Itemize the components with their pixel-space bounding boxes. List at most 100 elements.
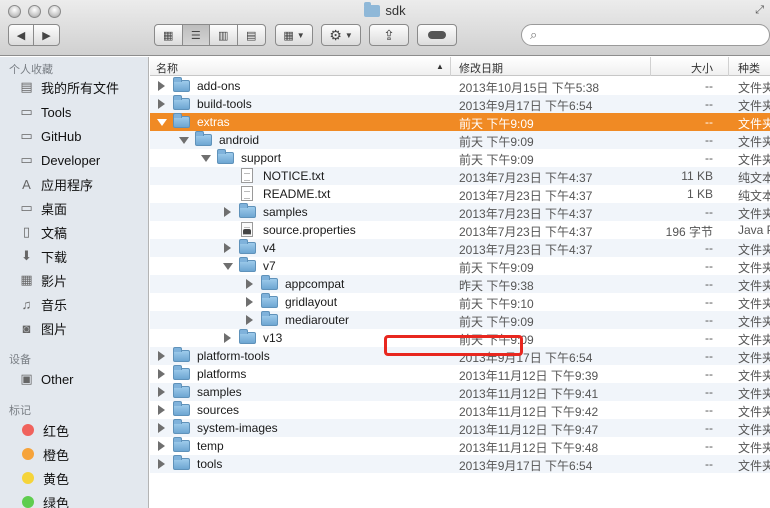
pictures-icon: ◙ — [22, 320, 31, 336]
file-row[interactable]: v4 2013年7月23日 下午4:37 -- 文件夹 — [150, 239, 770, 257]
tags-button[interactable] — [417, 24, 457, 46]
file-row[interactable]: build-tools 2013年9月17日 下午6:54 -- 文件夹 — [150, 95, 770, 113]
disclosure-collapsed-icon[interactable] — [158, 81, 165, 91]
file-row[interactable]: temp 2013年11月12日 下午9:48 -- 文件夹 — [150, 437, 770, 455]
file-row[interactable]: v7 前天 下午9:09 -- 文件夹 — [150, 257, 770, 275]
list-view-button[interactable]: ☰ — [182, 25, 210, 45]
disclosure-collapsed-icon[interactable] — [246, 279, 253, 289]
sidebar-item-tag-green[interactable]: 绿色 — [18, 492, 69, 508]
file-date: 2013年7月23日 下午4:37 — [459, 189, 593, 203]
sidebar-item-tag-yellow[interactable]: 黄色 — [18, 468, 69, 488]
disclosure-collapsed-icon[interactable] — [246, 297, 253, 307]
disclosure-expanded-icon[interactable] — [223, 263, 233, 270]
file-row[interactable]: add-ons 2013年10月15日 下午5:38 -- 文件夹 — [150, 77, 770, 95]
file-row[interactable]: mediarouter 前天 下午9:09 -- 文件夹 — [150, 311, 770, 329]
fullscreen-icon[interactable]: ⤢ — [755, 4, 764, 17]
file-row[interactable]: platform-tools 2013年9月17日 下午6:54 -- 文件夹 — [150, 347, 770, 365]
disclosure-collapsed-icon[interactable] — [158, 387, 165, 397]
file-row[interactable]: android 前天 下午9:09 -- 文件夹 — [150, 131, 770, 149]
search-field[interactable]: ⌕ — [521, 24, 770, 46]
sidebar-item-downloads[interactable]: ⬇ 下载 — [18, 246, 67, 266]
back-forward-control: ◀ ▶ — [8, 24, 60, 46]
sidebar-item-tag-red[interactable]: 红色 — [18, 420, 69, 440]
file-row[interactable]: NOTICE.txt 2013年7月23日 下午4:37 11 KB 纯文本 — [150, 167, 770, 185]
sidebar-item-label: 图片 — [41, 321, 68, 337]
sidebar-item-all-files[interactable]: ▤ 我的所有文件 — [18, 77, 119, 97]
coverflow-view-button[interactable]: ▤ — [238, 25, 265, 45]
disclosure-collapsed-icon[interactable] — [158, 369, 165, 379]
size-column-header[interactable]: 大小 — [691, 60, 713, 76]
disclosure-collapsed-icon[interactable] — [158, 405, 165, 415]
file-size: -- — [705, 241, 713, 255]
sidebar-item-label: 黄色 — [43, 471, 70, 487]
file-row[interactable]: appcompat 昨天 下午9:38 -- 文件夹 — [150, 275, 770, 293]
file-row[interactable]: tools 2013年9月17日 下午6:54 -- 文件夹 — [150, 455, 770, 473]
file-row[interactable]: samples 2013年11月12日 下午9:41 -- 文件夹 — [150, 383, 770, 401]
file-row[interactable]: system-images 2013年11月12日 下午9:47 -- 文件夹 — [150, 419, 770, 437]
file-kind: 文件夹 — [738, 243, 770, 257]
folder-icon: ▭ — [20, 152, 33, 167]
sidebar-item-github[interactable]: ▭ GitHub — [18, 126, 81, 146]
sidebar: 个人收藏 ▤ 我的所有文件 ▭ Tools ▭ GitHub ▭ Develop… — [0, 57, 149, 508]
file-size: -- — [705, 313, 713, 327]
music-icon: ♫ — [21, 296, 32, 312]
disclosure-collapsed-icon[interactable] — [158, 99, 165, 109]
icon-view-button[interactable]: ▦ — [155, 25, 183, 45]
tags-heading: 标记 — [9, 405, 31, 417]
file-row[interactable]: extras 前天 下午9:09 -- 文件夹 — [150, 113, 770, 131]
back-button[interactable]: ◀ — [9, 25, 34, 45]
sidebar-item-developer[interactable]: ▭ Developer — [18, 150, 100, 170]
kind-column-header[interactable]: 种类 — [738, 60, 760, 76]
tag-icon — [428, 31, 446, 39]
date-column-header[interactable]: 修改日期 — [459, 60, 503, 76]
file-row[interactable]: platforms 2013年11月12日 下午9:39 -- 文件夹 — [150, 365, 770, 383]
file-kind: 文件夹 — [738, 459, 770, 473]
disclosure-collapsed-icon[interactable] — [224, 207, 231, 217]
disclosure-expanded-icon[interactable] — [179, 137, 189, 144]
sidebar-item-label: 红色 — [43, 423, 70, 439]
arrange-button[interactable]: ▦ ▼ — [275, 24, 313, 46]
window-title: sdk — [0, 1, 770, 18]
sidebar-item-movies[interactable]: ▦ 影片 — [18, 270, 67, 290]
orange-tag-dot — [22, 448, 34, 460]
folder-icon — [239, 329, 256, 344]
file-row[interactable]: samples 2013年7月23日 下午4:37 -- 文件夹 — [150, 203, 770, 221]
sidebar-item-tools[interactable]: ▭ Tools — [18, 102, 71, 122]
share-button[interactable]: ⇪ — [369, 24, 409, 46]
file-row[interactable]: support 前天 下午9:09 -- 文件夹 — [150, 149, 770, 167]
sidebar-item-music[interactable]: ♫ 音乐 — [18, 294, 67, 314]
disclosure-collapsed-icon[interactable] — [224, 333, 231, 343]
disclosure-collapsed-icon[interactable] — [246, 315, 253, 325]
disclosure-collapsed-icon[interactable] — [158, 441, 165, 451]
folder-icon — [173, 401, 190, 416]
window-title-text: sdk — [385, 3, 406, 18]
disclosure-expanded-icon[interactable] — [201, 155, 211, 162]
sidebar-item-other[interactable]: ▣ Other — [18, 369, 74, 389]
sidebar-item-desktop[interactable]: ▭ 桌面 — [18, 198, 67, 218]
file-name: tools — [197, 457, 223, 471]
arrange-icon: ▦ — [283, 29, 294, 42]
yellow-tag-dot — [22, 472, 34, 484]
name-column-header[interactable]: 名称 — [156, 60, 178, 76]
file-size: -- — [705, 259, 713, 273]
disclosure-collapsed-icon[interactable] — [158, 351, 165, 361]
file-row[interactable]: v13 前天 下午9:09 -- 文件夹 — [150, 329, 770, 347]
sidebar-item-label: Other — [41, 371, 74, 387]
column-view-button[interactable]: ▥ — [210, 25, 238, 45]
disclosure-collapsed-icon[interactable] — [158, 459, 165, 469]
file-kind: 文件夹 — [738, 135, 770, 149]
file-row[interactable]: sources 2013年11月12日 下午9:42 -- 文件夹 — [150, 401, 770, 419]
disclosure-expanded-icon[interactable] — [157, 119, 167, 126]
sidebar-item-pictures[interactable]: ◙ 图片 — [18, 318, 67, 338]
file-row[interactable]: gridlayout 前天 下午9:10 -- 文件夹 — [150, 293, 770, 311]
disclosure-collapsed-icon[interactable] — [158, 423, 165, 433]
disclosure-collapsed-icon[interactable] — [224, 243, 231, 253]
forward-button[interactable]: ▶ — [34, 25, 59, 45]
file-kind: 文件夹 — [738, 207, 770, 221]
sidebar-item-tag-orange[interactable]: 橙色 — [18, 444, 69, 464]
file-row[interactable]: README.txt 2013年7月23日 下午4:37 1 KB 纯文本 — [150, 185, 770, 203]
sidebar-item-documents[interactable]: ▯ 文稿 — [18, 222, 67, 242]
action-button[interactable]: ⚙ ▼ — [321, 24, 361, 46]
file-row[interactable]: source.properties 2013年7月23日 下午4:37 196 字节… — [150, 221, 770, 239]
sidebar-item-applications[interactable]: A 应用程序 — [18, 174, 93, 194]
